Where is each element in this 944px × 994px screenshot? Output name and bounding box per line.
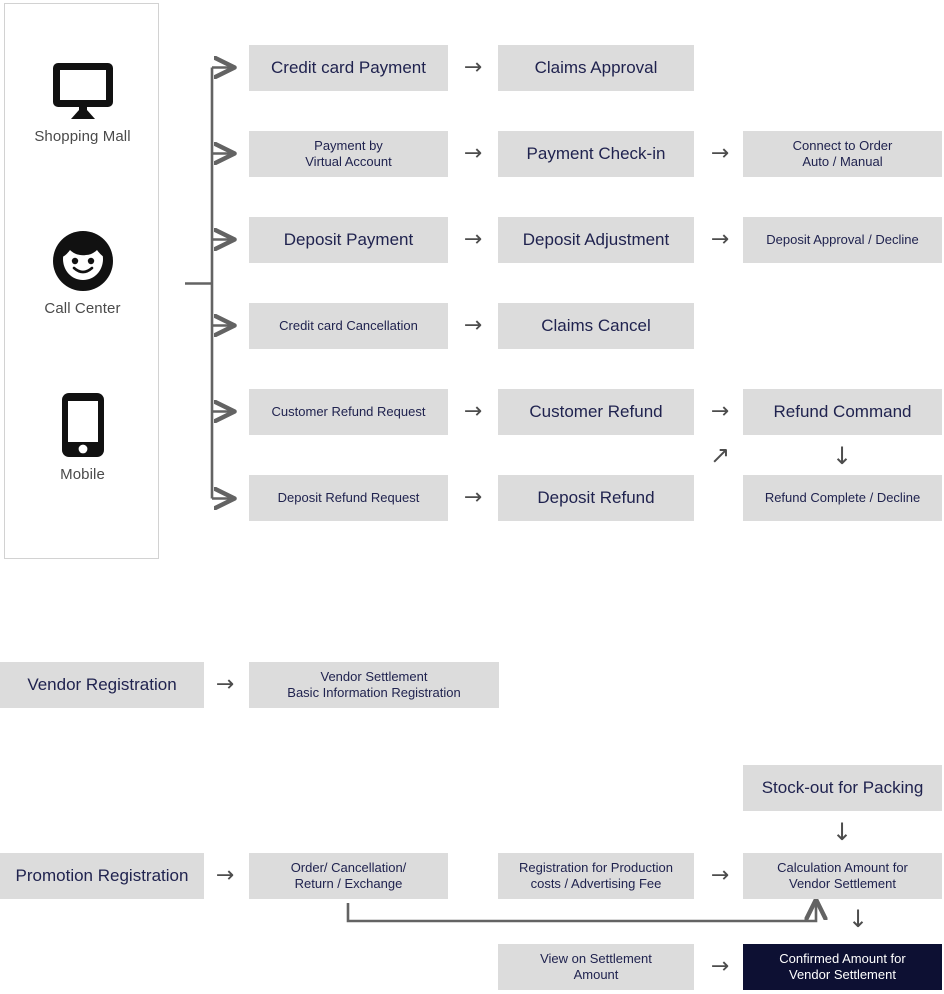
arrow-right-icon: → [710,954,730,979]
channel-item-shopping-mall[interactable]: Shopping Mall [5,62,160,145]
node-calculation-amount-vendor-settlement[interactable]: Calculation Amount for Vendor Settlement [743,853,942,899]
monitor-icon [5,62,160,120]
channel-label-shopping-mall: Shopping Mall [34,128,131,145]
node-payment-check-in[interactable]: Payment Check-in [498,131,694,177]
node-credit-card-payment[interactable]: Credit card Payment [249,45,448,91]
arrow-right-icon: → [463,55,483,80]
arrow-right-icon: → [463,399,483,424]
channel-item-call-center[interactable]: Call Center [5,230,160,317]
node-claims-cancel[interactable]: Claims Cancel [498,303,694,349]
arrow-right-icon: → [463,227,483,252]
arrow-right-icon: → [710,863,730,888]
node-customer-refund[interactable]: Customer Refund [498,389,694,435]
node-connect-to-order[interactable]: Connect to Order Auto / Manual [743,131,942,177]
arrow-right-icon: → [463,141,483,166]
node-order-cancellation-return-exchange[interactable]: Order/ Cancellation/ Return / Exchange [249,853,448,899]
node-credit-card-cancellation[interactable]: Credit card Cancellation [249,303,448,349]
arrow-down-icon: ↓ [847,905,869,933]
arrow-right-icon: → [463,485,483,510]
channel-panel: Shopping Mall Call Center Mobile [4,3,159,559]
node-deposit-adjustment[interactable]: Deposit Adjustment [498,217,694,263]
person-face-icon [5,230,160,292]
node-deposit-payment[interactable]: Deposit Payment [249,217,448,263]
node-vendor-settlement-basic-information[interactable]: Vendor Settlement Basic Information Regi… [249,662,499,708]
arrow-down-icon: ↓ [831,818,853,846]
node-deposit-approval-decline[interactable]: Deposit Approval / Decline [743,217,942,263]
arrow-right-icon: → [215,672,235,697]
node-refund-complete-decline[interactable]: Refund Complete / Decline [743,475,942,521]
arrow-right-icon: → [463,313,483,338]
node-registration-production-costs[interactable]: Registration for Production costs / Adve… [498,853,694,899]
node-payment-by-virtual-account[interactable]: Payment by Virtual Account [249,131,448,177]
arrow-right-icon: → [710,399,730,424]
arrow-right-icon: → [215,863,235,888]
node-promotion-registration[interactable]: Promotion Registration [0,853,204,899]
mobile-phone-icon [5,392,160,458]
channel-label-mobile: Mobile [60,466,105,483]
arrow-right-icon: → [710,141,730,166]
arrow-up-right-icon: ↗ [709,441,731,469]
node-claims-approval[interactable]: Claims Approval [498,45,694,91]
arrow-right-icon: → [710,227,730,252]
channel-item-mobile[interactable]: Mobile [5,392,160,483]
flowchart-canvas: Shopping Mall Call Center Mobile Credit … [0,0,944,994]
node-deposit-refund-request[interactable]: Deposit Refund Request [249,475,448,521]
node-customer-refund-request[interactable]: Customer Refund Request [249,389,448,435]
node-stock-out-for-packing[interactable]: Stock-out for Packing [743,765,942,811]
node-deposit-refund[interactable]: Deposit Refund [498,475,694,521]
channel-label-call-center: Call Center [44,300,121,317]
arrow-down-icon: ↓ [831,442,853,470]
node-view-on-settlement-amount[interactable]: View on Settlement Amount [498,944,694,990]
node-vendor-registration[interactable]: Vendor Registration [0,662,204,708]
node-confirmed-amount-vendor-settlement[interactable]: Confirmed Amount for Vendor Settlement [743,944,942,990]
node-refund-command[interactable]: Refund Command [743,389,942,435]
